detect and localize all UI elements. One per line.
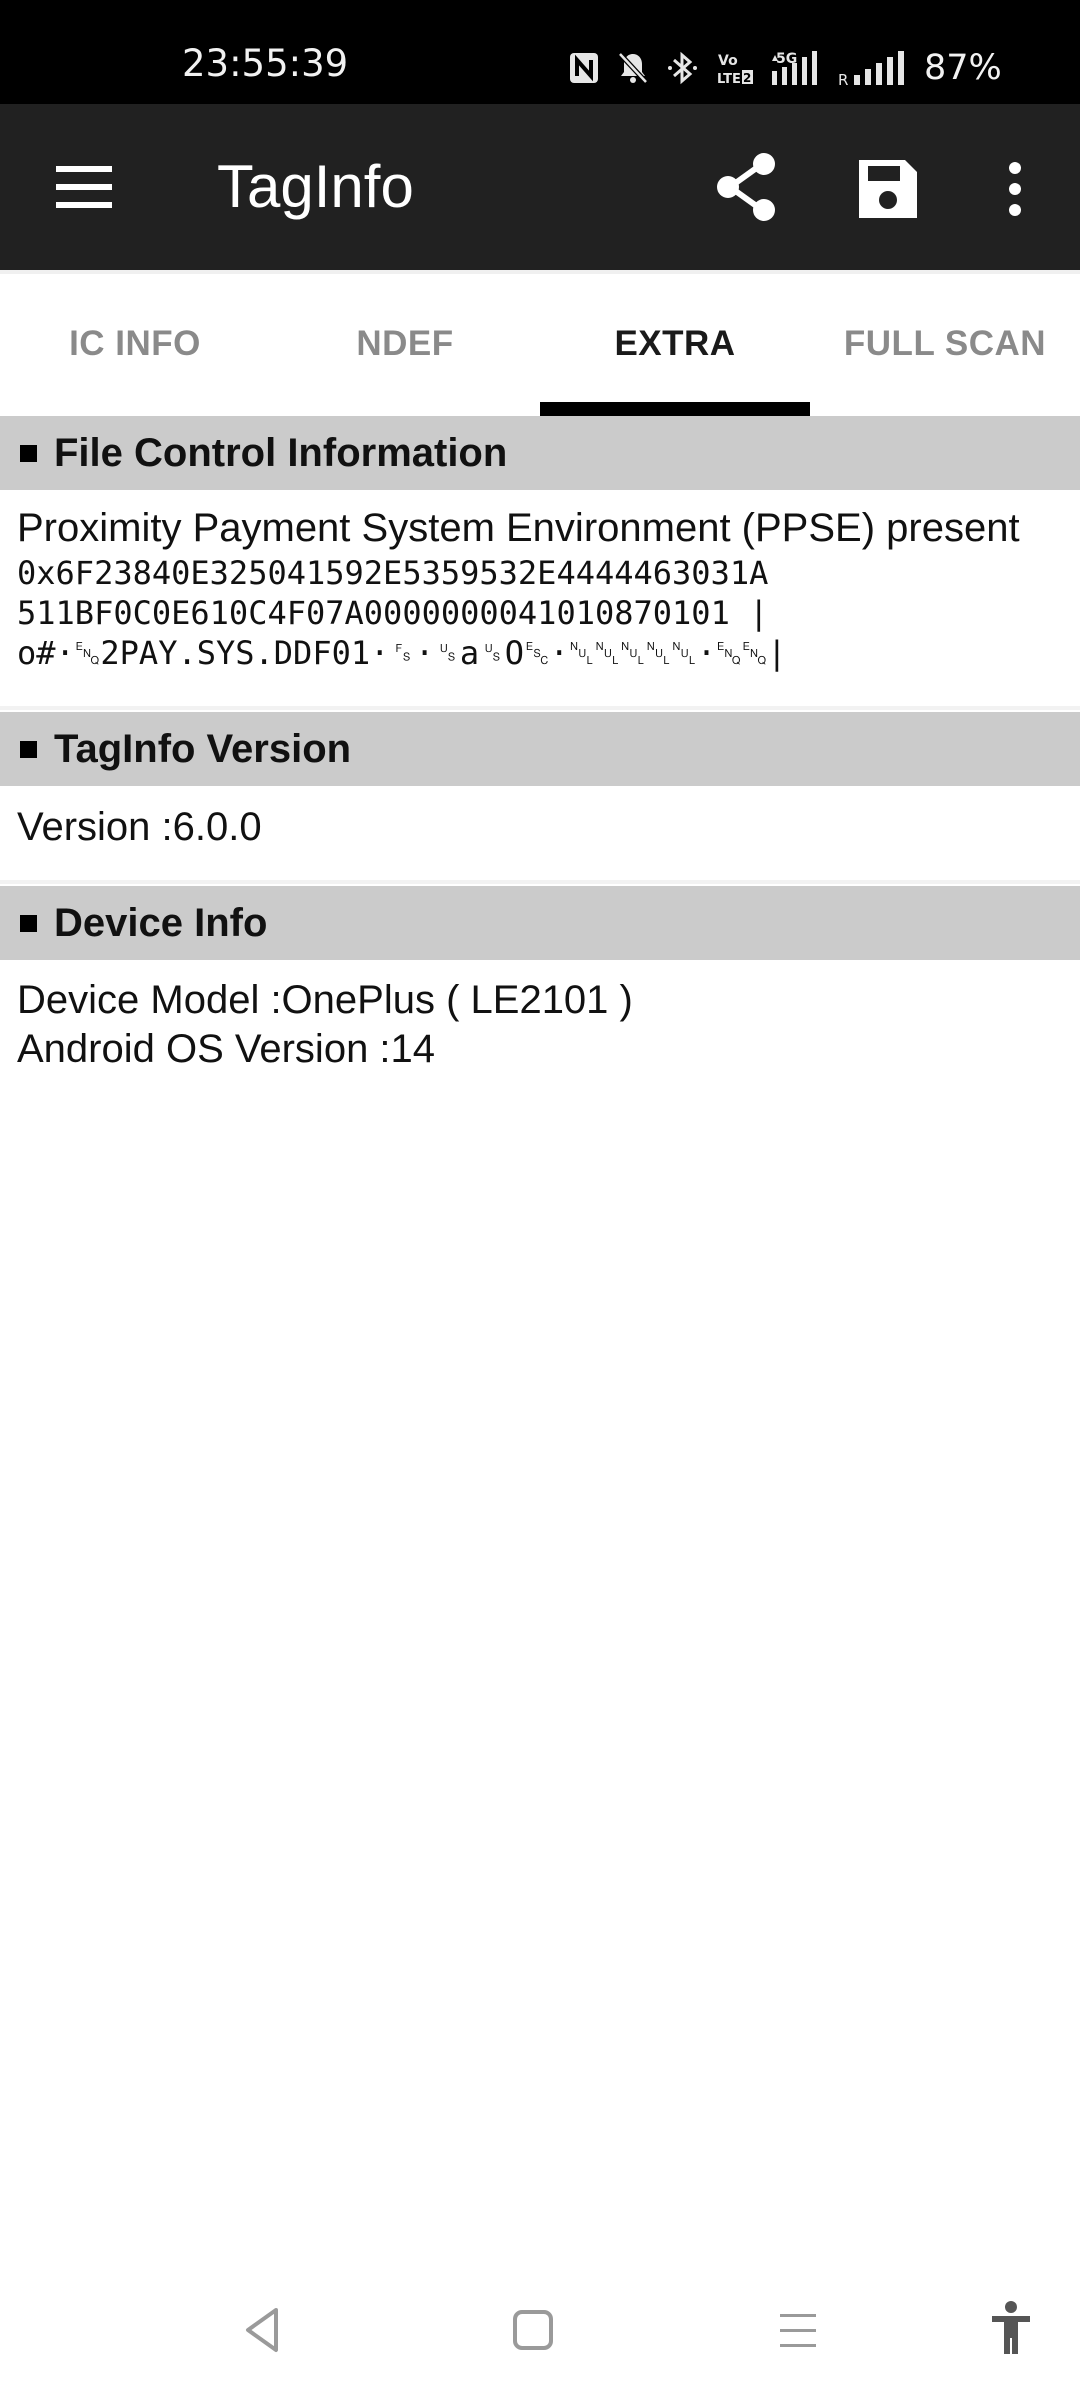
home-icon xyxy=(513,2310,553,2350)
share-button[interactable] xyxy=(712,152,782,222)
accessibility-icon xyxy=(992,2301,1030,2354)
status-bar: 23:55:39 Vo LTE 2 5G R 87% xyxy=(0,0,1080,104)
hex-line-2: 511BF0C0E610C4F07A0000000041010870101 | xyxy=(17,594,769,632)
5g-signal-icon: 5G xyxy=(772,51,817,85)
device-content: Device Model :OnePlus ( LE2101 ) Android… xyxy=(17,976,1077,1074)
battery-level: 87% xyxy=(924,48,1002,88)
app-bar: TagInfo xyxy=(0,104,1080,270)
tab-ndef[interactable]: NDEF xyxy=(270,274,540,414)
accessibility-button[interactable] xyxy=(988,2300,1034,2361)
app-title: TagInfo xyxy=(217,153,414,220)
hex-line-1: 0x6F23840E325041592E5359532E4444463031A xyxy=(17,554,769,592)
tab-extra[interactable]: EXTRA xyxy=(540,274,810,414)
hamburger-icon xyxy=(56,166,112,208)
bullet-icon xyxy=(20,740,37,758)
save-icon xyxy=(859,160,917,218)
divider xyxy=(0,880,1080,884)
status-icons: Vo LTE 2 5G R 87% xyxy=(568,46,1002,90)
more-vert-icon xyxy=(1009,162,1021,216)
android-version-line: Android OS Version :14 xyxy=(17,1027,436,1071)
share-icon xyxy=(717,153,775,221)
bullet-icon xyxy=(20,444,37,462)
roaming-signal-icon: R xyxy=(838,51,904,87)
tab-full-scan[interactable]: FULL SCAN xyxy=(810,274,1080,414)
home-button[interactable] xyxy=(510,2304,556,2361)
device-model-line: Device Model :OnePlus ( LE2101 ) xyxy=(17,978,633,1022)
svg-text:2: 2 xyxy=(743,71,751,85)
back-icon xyxy=(246,2308,278,2352)
active-tab-indicator xyxy=(540,402,810,416)
svg-text:LTE: LTE xyxy=(717,72,741,86)
divider xyxy=(0,706,1080,710)
ascii-line: o#·␅2PAY.SYS.DDF01·␜·␟a␟O␛·␀␀␀␀␀·␅␅| xyxy=(17,634,787,672)
section-title: TagInfo Version xyxy=(54,726,352,771)
section-header-device: Device Info xyxy=(0,886,1080,960)
bullet-icon xyxy=(20,914,37,932)
back-button[interactable] xyxy=(240,2304,284,2361)
svg-text:Vo: Vo xyxy=(718,53,738,69)
tab-ic-info[interactable]: IC INFO xyxy=(0,274,270,414)
recents-button[interactable] xyxy=(776,2304,820,2361)
ppse-description: Proximity Payment System Environment (PP… xyxy=(17,506,1020,550)
mute-icon xyxy=(618,52,648,84)
bluetooth-icon xyxy=(668,51,697,85)
navigation-bar xyxy=(0,2264,1080,2400)
volte-icon: Vo LTE 2 xyxy=(717,53,753,86)
section-title: Device Info xyxy=(54,900,268,945)
version-content: Version :6.0.0 xyxy=(17,803,1077,852)
nfc-icon xyxy=(570,53,598,83)
recents-icon xyxy=(780,2314,816,2347)
save-button[interactable] xyxy=(855,156,921,222)
fci-content: Proximity Payment System Environment (PP… xyxy=(17,504,1077,673)
section-header-fci: File Control Information xyxy=(0,416,1080,490)
status-time: 23:55:39 xyxy=(182,42,349,85)
tab-bar: IC INFO NDEF EXTRA FULL SCAN xyxy=(0,270,1080,416)
section-title: File Control Information xyxy=(54,430,508,475)
more-options-button[interactable] xyxy=(995,154,1035,224)
section-header-version: TagInfo Version xyxy=(0,712,1080,786)
menu-button[interactable] xyxy=(46,154,124,220)
svg-text:R: R xyxy=(838,71,848,87)
version-line: Version :6.0.0 xyxy=(17,805,262,849)
